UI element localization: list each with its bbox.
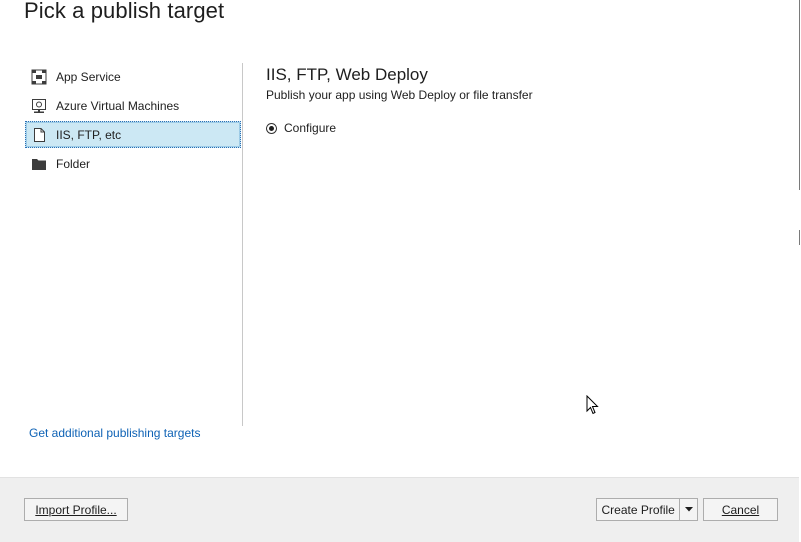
- target-item-label: App Service: [56, 69, 121, 84]
- cancel-button[interactable]: Cancel: [703, 498, 778, 521]
- target-item-label: Azure Virtual Machines: [56, 98, 180, 113]
- mouse-pointer-icon: [586, 394, 600, 415]
- target-list: App Service Azure Virtual Machines IIS, …: [25, 63, 241, 179]
- target-item-iis-ftp[interactable]: IIS, FTP, etc: [25, 121, 241, 148]
- import-profile-label: Import Profile...: [35, 502, 117, 517]
- additional-targets-link[interactable]: Get additional publishing targets: [29, 426, 200, 440]
- chevron-down-icon[interactable]: [680, 499, 697, 520]
- dialog-footer: Import Profile... Create Profile Cancel: [0, 477, 799, 542]
- folder-icon: [31, 156, 47, 172]
- target-item-label: Folder: [56, 156, 91, 171]
- app-service-icon: [31, 69, 47, 85]
- target-item-label: IIS, FTP, etc: [56, 127, 122, 142]
- detail-subtitle: Publish your app using Web Deploy or fil…: [266, 88, 533, 102]
- target-item-azure-virtual-machines[interactable]: Azure Virtual Machines: [25, 92, 241, 119]
- panel-divider: [242, 63, 243, 426]
- cancel-label: Cancel: [721, 502, 760, 517]
- import-profile-button[interactable]: Import Profile...: [24, 498, 128, 521]
- create-profile-button[interactable]: Create Profile: [596, 498, 698, 521]
- detail-title: IIS, FTP, Web Deploy: [266, 65, 428, 84]
- create-profile-label: Create Profile: [597, 499, 681, 520]
- virtual-machine-icon: [31, 98, 47, 114]
- radio-button[interactable]: [266, 122, 277, 134]
- page-title: Pick a publish target: [24, 0, 225, 23]
- configure-option[interactable]: Configure: [266, 121, 336, 135]
- target-item-app-service[interactable]: App Service: [25, 63, 241, 90]
- configure-option-label: Configure: [284, 121, 337, 135]
- document-icon: [31, 127, 47, 143]
- target-item-folder[interactable]: Folder: [25, 150, 241, 177]
